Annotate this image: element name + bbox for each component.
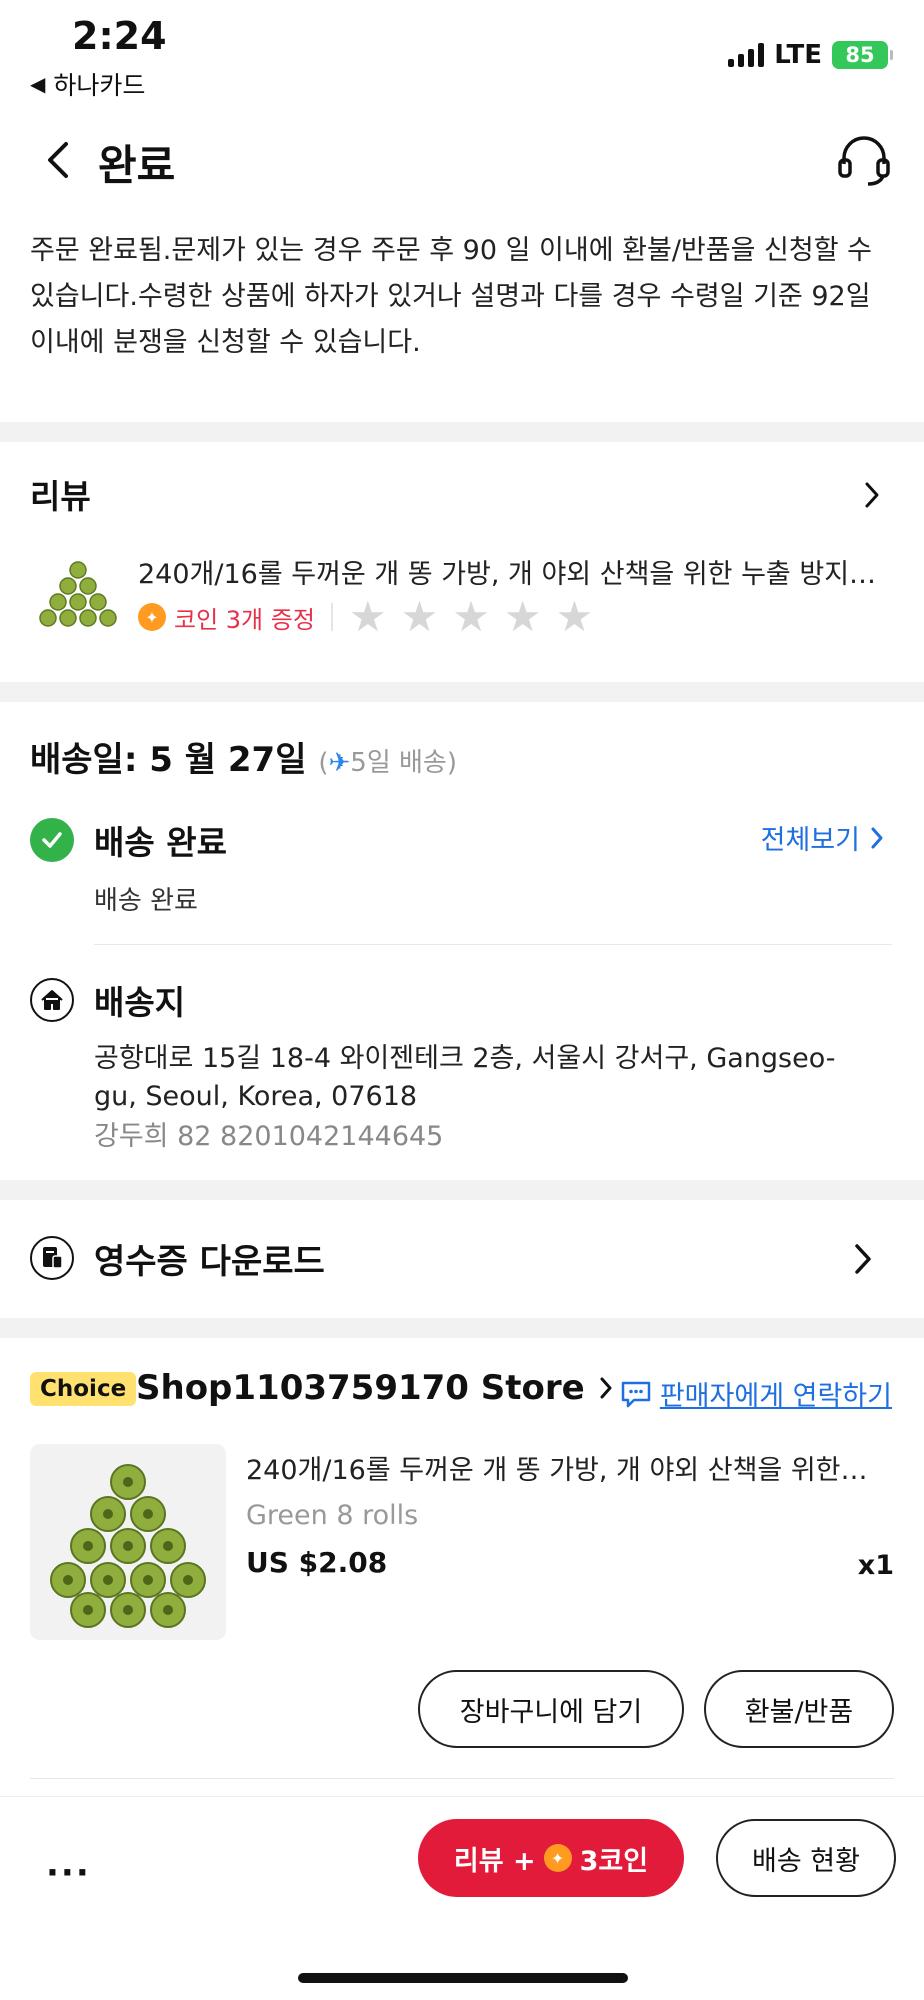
choice-badge: Choice (30, 1372, 137, 1406)
shipping-days-text: 5일 배송 (350, 748, 447, 778)
divider (30, 1778, 894, 1779)
product-image[interactable] (30, 1444, 226, 1640)
delivery-date: 배송일: 5 월 27일 (✈5일 배송) (30, 732, 457, 781)
address-text: 공항대로 15길 18-4 와이젠테크 2층, 서울시 강서구, Gangseo… (94, 1043, 836, 1112)
store-name-link[interactable]: Shop1103759170 Store (136, 1368, 613, 1408)
write-review-button[interactable]: 리뷰 + ✦ 3코인 (418, 1819, 684, 1897)
star-icon[interactable]: ★ (401, 596, 439, 638)
review-chevron-right-icon[interactable] (862, 480, 882, 510)
chat-bubble-icon (621, 1381, 651, 1407)
star-icon[interactable]: ★ (504, 596, 542, 638)
review-product-name[interactable]: 240개/16롤 두꺼운 개 똥 가방, 개 야외 산책을 위한 누출 방지… (138, 552, 896, 591)
review-button-prefix: 리뷰 + (453, 1845, 536, 1877)
back-arrow-icon[interactable] (40, 138, 76, 182)
receipt-download-label[interactable]: 영수증 다운로드 (94, 1234, 325, 1283)
home-indicator[interactable] (298, 1973, 628, 1983)
coin-icon: ✦ (543, 1844, 572, 1872)
section-divider (0, 682, 924, 702)
product-price: US $2.08 (246, 1546, 388, 1579)
star-icon[interactable]: ★ (452, 596, 490, 638)
divider (94, 944, 892, 945)
view-all-label: 전체보기 (760, 825, 860, 856)
view-all-tracking-link[interactable]: 전체보기 (761, 818, 884, 857)
airplane-icon: ✈ (328, 748, 351, 778)
home-icon (30, 978, 74, 1022)
chevron-right-icon (600, 1377, 612, 1399)
bottom-action-bar: ··· 리뷰 + ✦ 3코인 배송 현황 (0, 1796, 924, 2000)
receipt-chevron-right-icon[interactable] (852, 1242, 874, 1276)
battery-icon: 85 (832, 41, 893, 69)
store-name: Shop1103759170 Store (136, 1368, 585, 1408)
delivery-date-text: 배송일: 5 월 27일 (30, 740, 307, 780)
order-notice: 주문 완료됨.문제가 있는 경우 주문 후 90 일 이내에 환불/반품을 신청… (30, 235, 872, 358)
coin-reward-text: 코인 3개 증정 (174, 605, 315, 634)
coin-icon: ✦ (138, 603, 166, 631)
network-label: LTE (774, 40, 822, 70)
delivery-status-title: 배송 완료 (94, 823, 227, 862)
section-divider (0, 1180, 924, 1200)
receipt-icon (30, 1236, 74, 1280)
shipping-duration: (✈5일 배송) (318, 748, 457, 778)
star-icon[interactable]: ★ (556, 596, 594, 638)
product-variant: Green 8 rolls (246, 1500, 419, 1531)
paren-close: ) (446, 748, 458, 778)
rating-stars[interactable]: ★ ★ ★ ★ ★ (349, 596, 593, 638)
divider (330, 603, 333, 631)
back-to-app-link[interactable]: ◀ 하나카드 (30, 66, 145, 102)
delivery-tracking-button[interactable]: 배송 현황 (716, 1819, 896, 1897)
contact-seller-link[interactable]: 판매자에게 연락하기 (620, 1374, 892, 1413)
refund-return-button[interactable]: 환불/반품 (704, 1670, 894, 1748)
headset-support-icon[interactable] (836, 132, 892, 188)
add-to-cart-button[interactable]: 장바구니에 담기 (418, 1670, 684, 1748)
paren-open: ( (318, 748, 329, 778)
product-name[interactable]: 240개/16롤 두꺼운 개 똥 가방, 개 야외 산책을 위한… (246, 1448, 896, 1487)
page-header: 완료 (0, 118, 924, 204)
address-title: 배송지 (94, 983, 186, 1022)
product-quantity: x1 (857, 1550, 894, 1581)
recipient-info: 강두희 82 8201042144645 (94, 1121, 444, 1152)
section-divider (0, 1318, 924, 1338)
signal-icon (728, 43, 765, 67)
review-reward-row: ✦ 코인 3개 증정 ★ ★ ★ ★ ★ (138, 596, 593, 638)
contact-seller-label: 판매자에게 연락하기 (659, 1381, 892, 1412)
star-icon[interactable]: ★ (349, 596, 387, 638)
status-bar: 2:24 ◀ 하나카드 LTE 85 (0, 0, 924, 104)
back-app-label: 하나카드 (53, 71, 146, 100)
battery-level: 85 (845, 43, 875, 67)
status-right: LTE 85 (728, 40, 893, 70)
delivery-status-detail: 배송 완료 (94, 886, 198, 916)
review-product-thumbnail[interactable] (30, 548, 126, 644)
status-time: 2:24 (72, 14, 167, 58)
chevron-right-icon (871, 827, 883, 848)
more-options-icon[interactable]: ··· (46, 1853, 91, 1893)
section-divider (0, 422, 924, 442)
review-button-suffix: 3코인 (579, 1845, 649, 1877)
review-section-title: 리뷰 (30, 477, 91, 516)
back-triangle-icon: ◀ (30, 72, 46, 96)
check-circle-icon (30, 818, 74, 862)
page-title: 완료 (98, 141, 176, 190)
